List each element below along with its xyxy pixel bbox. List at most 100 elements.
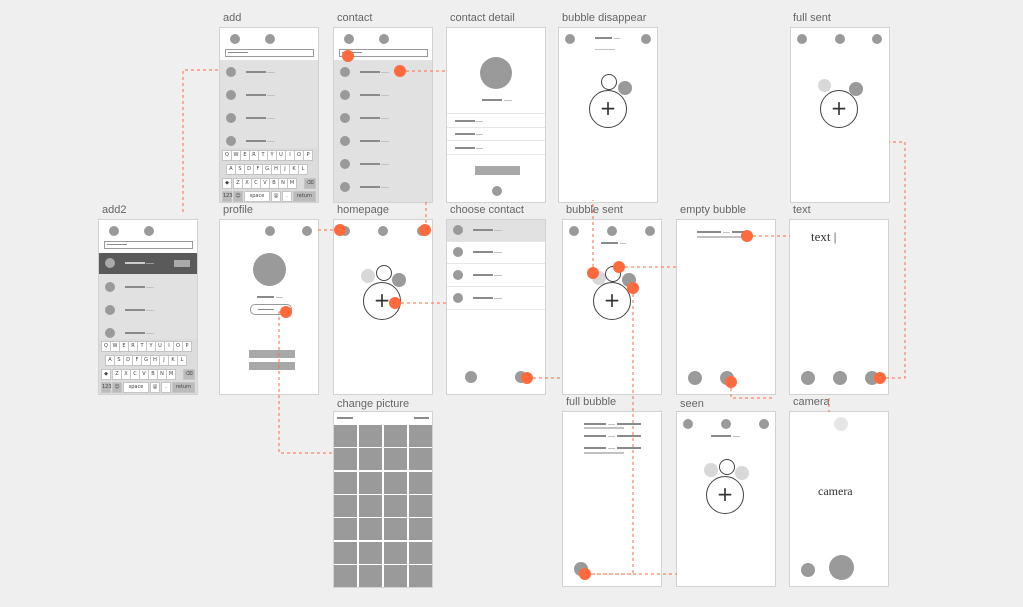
action-button[interactable] [249, 350, 295, 358]
numbers-key[interactable]: 123 [101, 382, 112, 393]
nav-dot[interactable] [645, 226, 655, 236]
nav-dot[interactable] [344, 34, 354, 44]
nav-dot[interactable] [465, 371, 477, 383]
photo-thumbnail[interactable] [334, 518, 358, 541]
gallery-button[interactable] [801, 563, 815, 577]
nav-dot[interactable] [302, 226, 312, 236]
photo-thumbnail[interactable] [358, 425, 383, 447]
avatar[interactable] [453, 247, 463, 257]
add-button[interactable] [174, 260, 190, 267]
photo-thumbnail[interactable] [334, 425, 358, 447]
photo-thumbnail[interactable] [383, 425, 408, 447]
shutter-button[interactable] [829, 555, 854, 580]
at-key[interactable]: @ [271, 191, 281, 202]
photo-thumbnail[interactable] [334, 541, 358, 564]
touch-point [579, 568, 591, 580]
avatar[interactable] [453, 293, 463, 303]
avatar[interactable] [340, 182, 350, 192]
emoji-icon[interactable]: ☺ [233, 191, 243, 202]
key[interactable]: L [177, 355, 187, 366]
space-key[interactable]: space [244, 191, 270, 202]
photo-thumbnail[interactable] [358, 495, 383, 517]
nav-dot[interactable] [379, 34, 389, 44]
avatar-large[interactable] [253, 253, 286, 286]
photo-thumbnail[interactable] [334, 495, 358, 517]
photo-thumbnail[interactable] [383, 495, 408, 517]
photo-thumbnail[interactable] [358, 471, 383, 494]
nav-dot[interactable] [607, 226, 617, 236]
home-dot[interactable] [492, 186, 502, 196]
return-key[interactable]: return [293, 191, 316, 202]
avatar[interactable] [340, 159, 350, 169]
nav-dot[interactable] [683, 419, 693, 429]
photo-thumbnail[interactable] [408, 541, 432, 564]
avatar[interactable] [453, 225, 463, 235]
photo-thumbnail[interactable] [358, 518, 383, 541]
search-input[interactable] [104, 241, 193, 249]
nav-dot[interactable] [801, 371, 815, 385]
photo-thumbnail[interactable] [334, 448, 358, 471]
avatar[interactable] [340, 136, 350, 146]
nav-dot[interactable] [109, 226, 119, 236]
photo-thumbnail[interactable] [383, 541, 408, 564]
key[interactable]: P [303, 150, 313, 161]
photo-thumbnail[interactable] [383, 448, 408, 471]
text-input[interactable]: text | [811, 229, 836, 245]
nav-dot[interactable] [265, 226, 275, 236]
bubble [818, 79, 831, 92]
nav-dot[interactable] [144, 226, 154, 236]
photo-thumbnail[interactable] [334, 471, 358, 494]
photo-thumbnail[interactable] [408, 518, 432, 541]
selected-contact-row[interactable] [99, 253, 197, 274]
photo-thumbnail[interactable] [358, 448, 383, 471]
avatar[interactable] [340, 113, 350, 123]
period-key[interactable]: . [282, 191, 292, 202]
key[interactable]: M [287, 178, 297, 189]
photo-thumbnail[interactable] [408, 425, 432, 447]
nav-dot[interactable] [872, 34, 882, 44]
nav-dot[interactable] [569, 226, 579, 236]
photo-thumbnail[interactable] [358, 565, 383, 587]
space-key[interactable]: space [123, 382, 149, 393]
nav-dot[interactable] [797, 34, 807, 44]
backspace-icon[interactable]: ⌫ [304, 178, 316, 189]
photo-thumbnail[interactable] [358, 541, 383, 564]
nav-dot[interactable] [833, 371, 847, 385]
avatar[interactable] [453, 270, 463, 280]
avatar[interactable] [340, 67, 350, 77]
photo-thumbnail[interactable] [408, 448, 432, 471]
key[interactable]: P [182, 341, 192, 352]
nav-dot[interactable] [230, 34, 240, 44]
action-button[interactable] [475, 166, 520, 175]
period-key[interactable]: . [161, 382, 171, 393]
nav-dot[interactable] [378, 226, 388, 236]
return-key[interactable]: return [172, 382, 195, 393]
key[interactable]: M [166, 369, 176, 380]
photo-thumbnail[interactable] [408, 495, 432, 517]
nav-dot[interactable] [641, 34, 651, 44]
numbers-key[interactable]: 123 [222, 191, 233, 202]
shift-icon[interactable]: ◆ [101, 369, 111, 380]
nav-dot[interactable] [759, 419, 769, 429]
camera-switch-icon[interactable] [834, 417, 848, 431]
photo-thumbnail[interactable] [334, 565, 358, 587]
action-button[interactable] [249, 362, 295, 370]
emoji-icon[interactable]: ☺ [112, 382, 122, 393]
photo-thumbnail[interactable] [408, 471, 432, 494]
nav-dot[interactable] [265, 34, 275, 44]
nav-dot[interactable] [721, 419, 731, 429]
at-key[interactable]: @ [150, 382, 160, 393]
photo-thumbnail[interactable] [383, 471, 408, 494]
nav-dot[interactable] [835, 34, 845, 44]
nav-dot[interactable] [688, 371, 702, 385]
screen-camera: camera [790, 412, 888, 586]
shift-icon[interactable]: ◆ [222, 178, 232, 189]
photo-thumbnail[interactable] [408, 565, 432, 587]
avatar[interactable] [340, 90, 350, 100]
key[interactable]: L [298, 164, 308, 175]
backspace-icon[interactable]: ⌫ [183, 369, 195, 380]
photo-thumbnail[interactable] [383, 565, 408, 587]
photo-thumbnail[interactable] [383, 518, 408, 541]
nav-dot[interactable] [565, 34, 575, 44]
search-input[interactable] [225, 49, 314, 57]
